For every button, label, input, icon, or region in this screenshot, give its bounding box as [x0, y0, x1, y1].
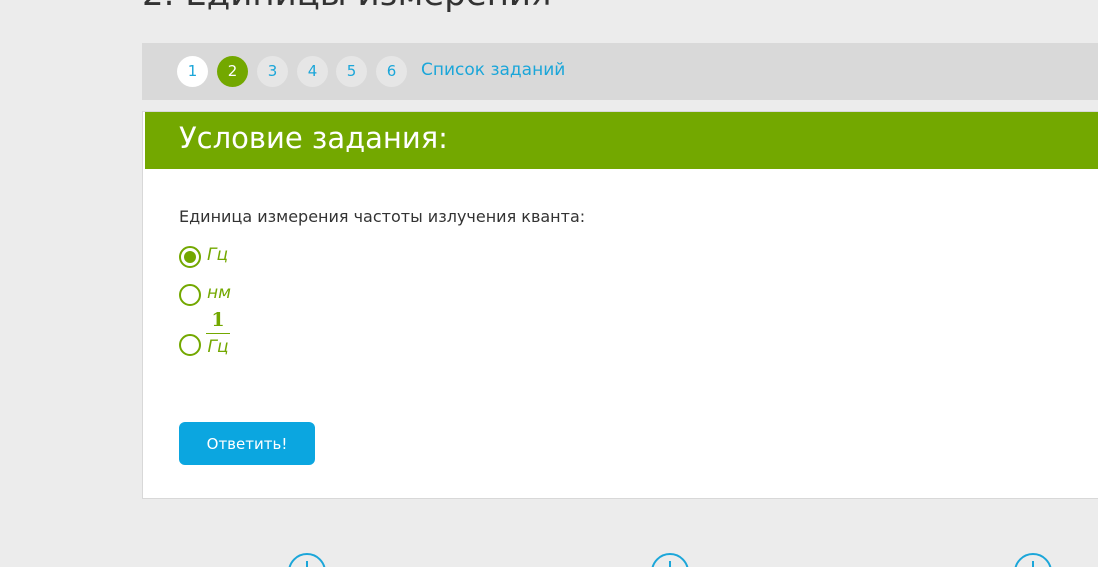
task-card: Условие задания: Единица измерения часто…	[142, 111, 1098, 499]
radio-button[interactable]	[179, 284, 201, 306]
task-nav-item-6[interactable]: 6	[376, 56, 407, 87]
radio-dot	[184, 251, 196, 263]
arrow-shape	[669, 561, 671, 567]
task-nav-item-1[interactable]: 1	[177, 56, 208, 87]
task-nav-item-4[interactable]: 4	[297, 56, 328, 87]
task-header-title: Условие задания:	[179, 121, 448, 155]
fraction-denominator: Гц	[207, 337, 229, 357]
circle-arrow-icon[interactable]	[288, 553, 326, 567]
fraction-numerator: 1	[211, 309, 225, 331]
fraction: 1 Гц	[206, 309, 230, 357]
radio-button-selected[interactable]	[179, 246, 201, 268]
page-title: 2. Единицы измерения	[142, 0, 551, 14]
answer-option-label: нм	[207, 283, 231, 303]
task-navigation: 1 2 3 4 5 6 Список заданий	[142, 43, 1098, 100]
fraction-bar	[206, 333, 230, 334]
radio-button[interactable]	[179, 334, 201, 356]
answer-option-label: Гц	[207, 245, 229, 265]
arrow-shape	[306, 561, 308, 567]
task-header: Условие задания:	[145, 112, 1098, 169]
circle-arrow-icon[interactable]	[651, 553, 689, 567]
task-list-link[interactable]: Список заданий	[421, 60, 565, 80]
submit-answer-button[interactable]: Ответить!	[179, 422, 315, 465]
task-nav-item-5[interactable]: 5	[336, 56, 367, 87]
arrow-shape	[1032, 561, 1034, 567]
circle-arrow-icon[interactable]	[1014, 553, 1052, 567]
task-nav-item-3[interactable]: 3	[257, 56, 288, 87]
page: 2. Единицы измерения 1 2 3 4 5 6 Список …	[0, 0, 1098, 567]
task-nav-item-2[interactable]: 2	[217, 56, 248, 87]
question-text: Единица измерения частоты излучения кван…	[179, 207, 586, 226]
